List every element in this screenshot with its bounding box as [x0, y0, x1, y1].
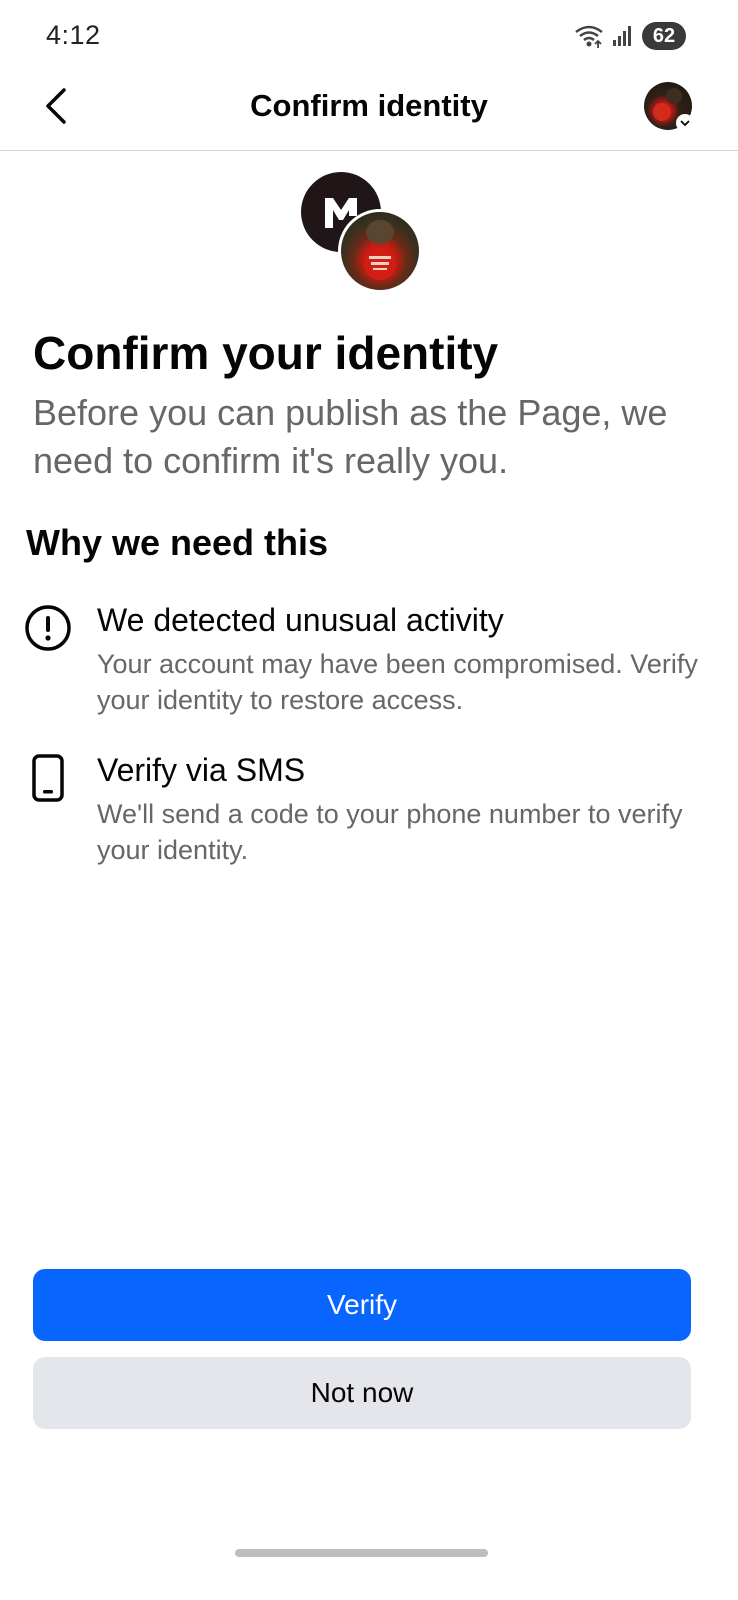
- signal-icon: [613, 26, 631, 46]
- header-title: Confirm identity: [250, 88, 488, 123]
- user-photo-image: [364, 220, 396, 280]
- reason-item-verify-sms: Verify via SMS We'll send a code to your…: [24, 752, 714, 872]
- battery-level: 62: [652, 24, 676, 47]
- page-title: Confirm your identity: [33, 327, 499, 379]
- exclamation-circle-icon: [25, 605, 71, 651]
- status-time: 4:12: [46, 20, 101, 50]
- reason-description: We'll send a code to your phone number t…: [97, 799, 683, 865]
- chevron-down-icon: [680, 120, 690, 127]
- phone-icon: [32, 754, 64, 802]
- not-now-button[interactable]: Not now: [33, 1357, 691, 1429]
- user-profile-photo: [338, 209, 422, 293]
- profile-images: [301, 172, 422, 294]
- account-switch-chevron[interactable]: [676, 114, 694, 132]
- section-heading: Why we need this: [26, 522, 329, 563]
- status-icons: 62: [574, 22, 692, 50]
- status-bar: 4:12 62: [0, 0, 738, 76]
- reason-item-unusual-activity: We detected unusual activity Your accoun…: [24, 602, 714, 722]
- wifi-icon: [575, 25, 603, 48]
- page-subtitle: Before you can publish as the Page, we n…: [33, 392, 668, 481]
- verify-button[interactable]: Verify: [33, 1269, 691, 1341]
- home-indicator[interactable]: [235, 1549, 488, 1557]
- reason-title: We detected unusual activity: [97, 602, 504, 638]
- battery-icon: 62: [642, 22, 692, 50]
- reason-title: Verify via SMS: [97, 752, 306, 788]
- reason-description: Your account may have been compromised. …: [97, 649, 698, 715]
- header: Confirm identity: [0, 76, 738, 151]
